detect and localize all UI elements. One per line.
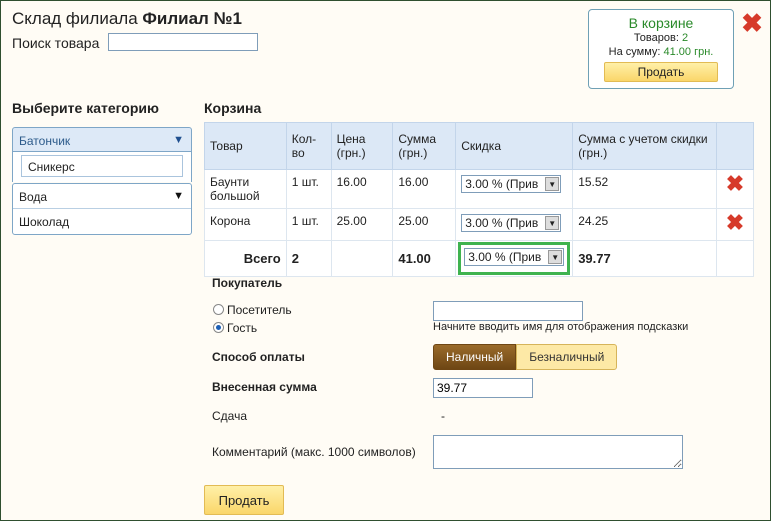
- category-panel: Батончик ▼ Сникерс Вода ▼ Шоколад: [12, 127, 192, 235]
- search-label: Поиск товара: [12, 35, 100, 51]
- payment-toggle: Наличный Безналичный: [433, 344, 618, 370]
- change-value: -: [441, 409, 445, 423]
- buyer-hint: Начните вводить имя для отображения подс…: [433, 321, 689, 333]
- buyer-option-guest[interactable]: Гость: [213, 321, 257, 335]
- table-row: Корона 1 шт. 25.00 25.00 3.00 % (Прив ▼ 2…: [204, 208, 754, 241]
- close-icon[interactable]: ✖: [741, 10, 763, 36]
- subcategory-snickers[interactable]: Сникерс: [21, 155, 183, 177]
- category-heading: Выберите категорию: [12, 100, 159, 116]
- table-row: Баунти большой 1 шт. 16.00 16.00 3.00 % …: [204, 169, 754, 209]
- category-voda[interactable]: Вода ▼: [13, 184, 191, 209]
- col-sum: Сумма (грн.): [392, 122, 457, 170]
- radio-visitor[interactable]: [213, 304, 224, 315]
- cell-discount: 3.00 % (Прив ▼: [455, 208, 574, 241]
- col-price: Цена (грн.): [330, 122, 394, 170]
- col-product: Товар: [204, 122, 287, 170]
- cell-sum: 25.00: [392, 208, 457, 241]
- discount-select[interactable]: 3.00 % (Прив ▼: [461, 214, 562, 232]
- highlight-box: 3.00 % (Прив ▼: [458, 242, 571, 275]
- basket-heading: Корзина: [204, 100, 262, 116]
- category-batonchik[interactable]: Батончик ▼: [12, 127, 192, 152]
- totals-empty: [716, 240, 754, 277]
- totals-sum: 41.00: [392, 240, 457, 277]
- cell-delete: ✖: [716, 208, 754, 241]
- totals-row: Всего 2 41.00 3.00 % (Прив ▼ 39.77: [204, 240, 754, 277]
- cart-summary: В корзине Товаров: 2 На сумму: 41.00 грн…: [588, 9, 734, 89]
- comment-label: Комментарий (макс. 1000 символов): [212, 445, 416, 459]
- category-group: Вода ▼ Шоколад: [12, 183, 192, 235]
- buyer-label: Покупатель: [212, 276, 283, 290]
- dropdown-arrow-icon: ▼: [545, 216, 560, 230]
- cart-items-count: Товаров: 2: [633, 32, 689, 44]
- col-discount: Скидка: [455, 122, 574, 170]
- col-actions: [716, 122, 754, 170]
- dropdown-arrow-icon: ▼: [545, 177, 560, 191]
- delete-icon[interactable]: ✖: [722, 173, 748, 195]
- search-input[interactable]: [108, 33, 258, 51]
- page-title: Склад филиала Филиал №1: [12, 9, 242, 29]
- dropdown-arrow-icon: ▼: [548, 250, 563, 264]
- caret-down-icon: ▼: [173, 190, 184, 202]
- buyer-name-input[interactable]: [433, 301, 583, 321]
- cell-product: Баунти большой: [204, 169, 287, 209]
- totals-total: 39.77: [572, 240, 718, 277]
- totals-discount: 3.00 % (Прив ▼: [455, 240, 574, 277]
- cart-summary-title: В корзине: [628, 15, 694, 31]
- cell-total: 24.25: [572, 208, 718, 241]
- title-prefix: Склад филиала: [12, 9, 138, 28]
- cell-discount: 3.00 % (Прив ▼: [455, 169, 574, 209]
- buyer-option-visitor[interactable]: Посетитель: [213, 303, 292, 317]
- paid-label: Внесенная сумма: [212, 380, 317, 394]
- radio-guest[interactable]: [213, 322, 224, 333]
- cell-price: 25.00: [330, 208, 394, 241]
- branch-name: Филиал №1: [142, 9, 242, 28]
- sell-button[interactable]: Продать: [204, 485, 284, 515]
- col-qty: Кол-во: [285, 122, 332, 170]
- payment-label: Способ оплаты: [212, 350, 305, 364]
- caret-down-icon: ▼: [173, 134, 184, 146]
- col-total: Сумма с учетом скидки (грн.): [572, 122, 718, 170]
- totals-price: [330, 240, 394, 277]
- cell-sum: 16.00: [392, 169, 457, 209]
- cell-price: 16.00: [330, 169, 394, 209]
- payment-cashless-button[interactable]: Безналичный: [516, 344, 618, 370]
- cart-sum: На сумму: 41.00 грн.: [608, 46, 714, 58]
- totals-label: Всего: [204, 240, 287, 277]
- cell-qty: 1 шт.: [285, 208, 332, 241]
- cart-sell-button[interactable]: Продать: [604, 62, 718, 82]
- total-discount-select[interactable]: 3.00 % (Прив ▼: [464, 248, 565, 266]
- paid-amount-input[interactable]: [433, 378, 533, 398]
- cell-delete: ✖: [716, 169, 754, 209]
- payment-cash-button[interactable]: Наличный: [433, 344, 517, 370]
- category-shokolad[interactable]: Шоколад: [13, 209, 191, 234]
- basket-table: Товар Кол-во Цена (грн.) Сумма (грн.) Ск…: [204, 122, 754, 277]
- subcategory-list: Сникерс: [12, 152, 192, 182]
- cell-product: Корона: [204, 208, 287, 241]
- cell-qty: 1 шт.: [285, 169, 332, 209]
- comment-textarea[interactable]: [433, 435, 683, 469]
- change-label: Сдача: [212, 409, 248, 423]
- delete-icon[interactable]: ✖: [722, 212, 748, 234]
- totals-qty: 2: [285, 240, 332, 277]
- basket-header-row: Товар Кол-во Цена (грн.) Сумма (грн.) Ск…: [204, 122, 754, 170]
- discount-select[interactable]: 3.00 % (Прив ▼: [461, 175, 562, 193]
- cell-total: 15.52: [572, 169, 718, 209]
